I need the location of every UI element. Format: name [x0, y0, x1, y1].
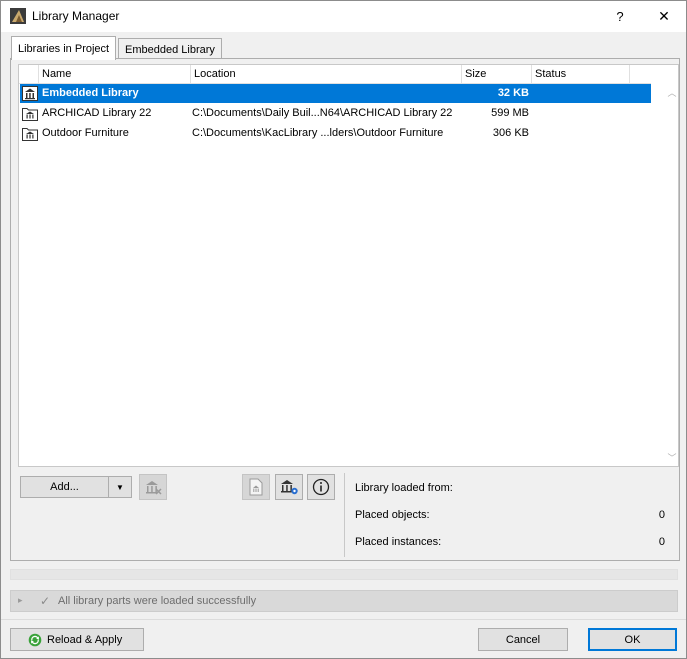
checkmark-icon: ✓ — [40, 594, 51, 608]
library-location: C:\Documents\Daily Buil...N64\ARCHICAD L… — [192, 107, 453, 119]
library-folder-icon — [22, 128, 38, 141]
list-item[interactable]: Outdoor Furniture C:\Documents\KacLibrar… — [20, 124, 651, 143]
library-list[interactable]: Name Location Size Status Embedded Libra… — [18, 64, 679, 467]
tab-label: Libraries in Project — [18, 42, 110, 55]
placed-instances-value: 0 — [658, 536, 665, 548]
library-document-icon — [249, 478, 263, 496]
ok-label: OK — [624, 633, 641, 646]
title-bar: Library Manager ? ✕ — [1, 1, 686, 32]
add-button[interactable]: Add... — [20, 476, 109, 498]
column-header-location[interactable]: Location — [190, 65, 461, 84]
status-bar[interactable]: ▸ ✓ All library parts were loaded succes… — [10, 590, 678, 612]
add-button-label: Add... — [50, 481, 79, 493]
close-button[interactable]: ✕ — [642, 1, 686, 32]
info-divider — [344, 473, 345, 557]
library-name: Embedded Library — [42, 87, 139, 99]
library-name: Outdoor Furniture — [42, 127, 129, 139]
info-icon — [312, 478, 330, 496]
library-settings-button[interactable] — [275, 474, 303, 500]
list-item[interactable]: ARCHICAD Library 22 C:\Documents\Daily B… — [20, 104, 651, 123]
scroll-down-icon[interactable]: ﹀ — [666, 452, 678, 464]
column-header-status[interactable]: Status — [531, 65, 629, 84]
library-document-button[interactable] — [242, 474, 270, 500]
placed-instances-label: Placed instances: — [355, 536, 442, 548]
scroll-up-icon[interactable]: ︿ — [666, 87, 678, 99]
library-status — [534, 84, 630, 103]
cancel-button[interactable]: Cancel — [478, 628, 568, 651]
ok-button[interactable]: OK — [588, 628, 677, 651]
cancel-label: Cancel — [505, 633, 541, 646]
library-status — [534, 124, 630, 143]
reload-icon — [28, 633, 42, 646]
library-loaded-from-label: Library loaded from: — [355, 482, 453, 494]
add-dropdown-button[interactable]: ▼ — [108, 476, 132, 498]
footer-divider — [1, 619, 686, 620]
tab-embedded-library[interactable]: Embedded Library — [118, 38, 222, 60]
library-status — [534, 104, 630, 123]
library-location — [192, 84, 460, 103]
library-folder-icon — [22, 108, 38, 121]
library-size: 32 KB — [497, 87, 529, 99]
library-size: 306 KB — [492, 127, 529, 139]
info-button[interactable] — [307, 474, 335, 500]
list-item[interactable]: Embedded Library 32 KB — [20, 84, 651, 103]
help-button[interactable]: ? — [598, 1, 642, 32]
reload-apply-button[interactable]: Reload & Apply — [10, 628, 144, 651]
library-size: 599 MB — [491, 107, 529, 119]
status-message: All library parts were loaded successful… — [58, 595, 257, 607]
window-title: Library Manager — [32, 9, 120, 23]
placed-objects-value: 0 — [658, 509, 665, 521]
embedded-library-icon — [22, 86, 38, 101]
expand-arrow-icon[interactable]: ▸ — [18, 595, 23, 606]
close-icon: ✕ — [658, 8, 670, 24]
placed-objects-label: Placed objects: — [355, 509, 430, 521]
list-header: Name Location Size Status — [19, 65, 651, 84]
library-name: ARCHICAD Library 22 — [42, 107, 152, 119]
column-header-size[interactable]: Size — [461, 65, 531, 84]
tab-libraries-in-project[interactable]: Libraries in Project — [11, 36, 117, 60]
library-manager-window: Library Manager ? ✕ Libraries in Project… — [0, 0, 687, 659]
progress-track — [10, 569, 678, 580]
library-settings-icon — [281, 480, 298, 495]
column-header-name[interactable]: Name — [38, 65, 190, 84]
archicad-app-icon — [10, 8, 26, 24]
library-location: C:\Documents\KacLibrary ...lders\Outdoor… — [192, 127, 444, 139]
chevron-down-icon: ▼ — [116, 482, 124, 492]
remove-library-icon — [146, 481, 162, 495]
remove-library-button[interactable] — [139, 474, 167, 500]
reload-apply-label: Reload & Apply — [47, 633, 123, 646]
help-icon: ? — [616, 9, 624, 24]
tab-label: Embedded Library — [125, 43, 215, 56]
column-header-spacer — [629, 65, 651, 84]
